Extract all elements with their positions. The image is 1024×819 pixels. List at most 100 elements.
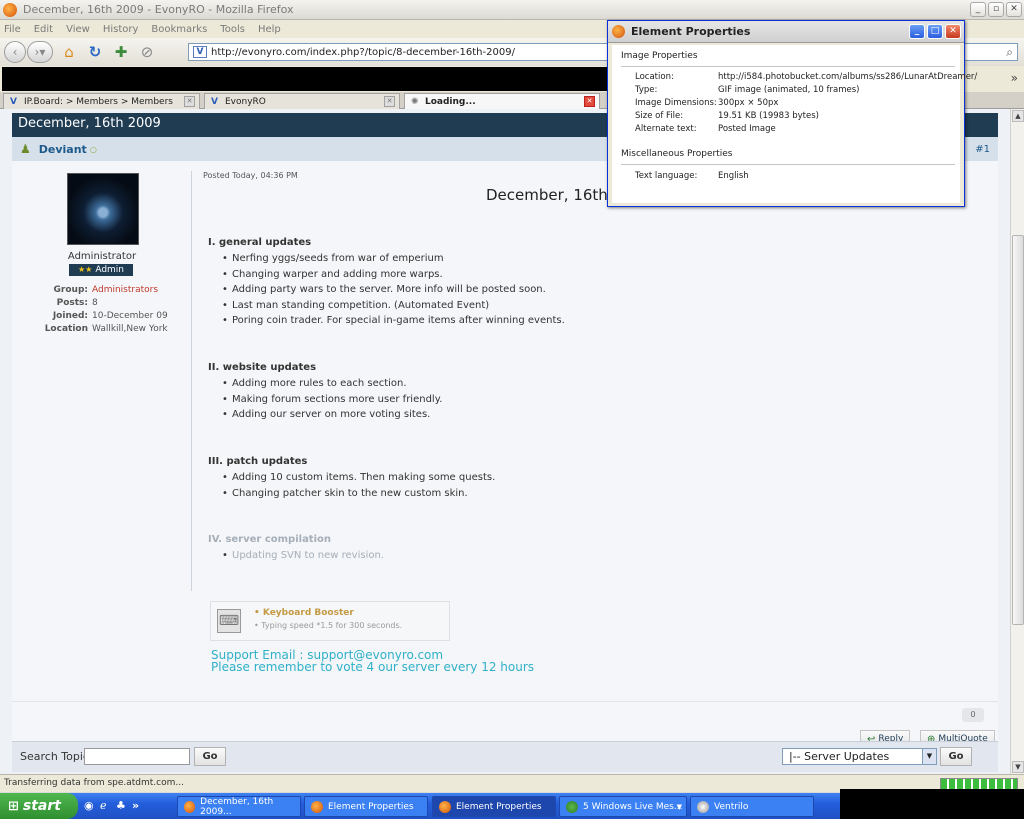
back-button[interactable]: ‹: [4, 41, 26, 63]
menu-edit[interactable]: Edit: [34, 24, 53, 35]
scroll-thumb[interactable]: [1012, 235, 1024, 625]
home-icon[interactable]: ⌂: [59, 42, 79, 62]
property-key: Alternate text:: [635, 124, 697, 134]
firefox-icon: [311, 800, 323, 813]
section-website-updates: II. website updates Adding more rules to…: [208, 362, 442, 423]
booster-title: Keyboard Booster: [254, 608, 354, 618]
forum-jump-select[interactable]: |-- Server Updates ▼: [782, 748, 937, 765]
column-divider: [191, 171, 192, 591]
keyboard-booster-box: ⌨ Keyboard Booster Typing speed *1.5 for…: [210, 601, 450, 641]
property-key: Size of File:: [635, 111, 684, 121]
menu-history[interactable]: History: [103, 24, 139, 35]
search-go-button[interactable]: Go: [194, 747, 226, 766]
taskbar-button-ventrilo[interactable]: Ventrilo: [690, 796, 814, 817]
section-server-compilation: IV. server compilation Updating SVN to n…: [208, 534, 384, 564]
tab-close-icon[interactable]: ✕: [384, 96, 395, 107]
tab-close-icon[interactable]: ✕: [584, 96, 595, 107]
quicklaunch-overflow-icon[interactable]: »: [132, 799, 139, 812]
signature-vote: Please remember to vote 4 our server eve…: [211, 660, 535, 674]
site-favicon: V: [193, 46, 207, 58]
chevron-down-icon[interactable]: ▼: [922, 749, 936, 764]
section-patch-updates: III. patch updates Adding 10 custom item…: [208, 456, 495, 501]
tab-label: Loading...: [425, 96, 476, 107]
field-key: Location: [44, 324, 88, 334]
status-text: Transferring data from spe.atdmt.com...: [4, 778, 184, 788]
member-rank: Administrator: [67, 251, 137, 262]
taskbar-button-element-properties-active[interactable]: Element Properties: [432, 796, 556, 817]
divider: [621, 66, 955, 67]
dialog-close-button[interactable]: ✕: [945, 24, 961, 39]
menu-tools[interactable]: Tools: [220, 24, 245, 35]
search-topic-label: Search Topic: [20, 750, 89, 763]
property-file-size: Size of File: 19.51 KB (19983 bytes): [635, 111, 819, 121]
tab-close-icon[interactable]: ✕: [184, 96, 195, 107]
property-alt-text: Alternate text: Posted Image: [635, 124, 776, 134]
post-body: Administrator ★★ Admin Group: Administrat…: [12, 161, 998, 701]
list-item: Changing warper and adding more warps.: [222, 267, 565, 283]
forum-jump-go-button[interactable]: Go: [940, 747, 972, 766]
menu-bookmarks[interactable]: Bookmarks: [151, 24, 207, 35]
author-profile: Administrator ★★ Admin Group: Administrat…: [12, 161, 192, 701]
badge-label: Admin: [95, 265, 125, 275]
progress-fill: [941, 779, 1017, 789]
reload-icon[interactable]: ↻: [85, 42, 105, 62]
reputation-count[interactable]: 0: [962, 708, 984, 722]
menu-file[interactable]: File: [4, 24, 21, 35]
bookmarks-overflow-chevron-icon[interactable]: »: [1011, 71, 1018, 85]
quicklaunch-ie-icon[interactable]: ℯ: [100, 799, 107, 812]
tab-loading[interactable]: ✺ Loading... ✕: [404, 93, 600, 109]
scroll-up-icon[interactable]: ▲: [1012, 110, 1024, 122]
search-topic-input[interactable]: [84, 748, 190, 765]
list-item: Adding our server on more voting sites.: [222, 407, 442, 423]
property-value: 300px × 50px: [718, 98, 779, 108]
section-general-updates: I. general updates Nerfing yggs/seeds fr…: [208, 237, 565, 329]
field-value: Wallkill,New York: [92, 324, 168, 334]
tab-label: EvonyRO: [225, 96, 266, 107]
property-type: Type: GIF image (animated, 10 frames): [635, 85, 859, 95]
window-controls: _ ▫ ✕: [970, 2, 1022, 17]
scroll-down-icon[interactable]: ▼: [1012, 761, 1024, 773]
list-item: Changing patcher skin to the new custom …: [222, 486, 495, 502]
taskbar-button-firefox[interactable]: December, 16th 2009...: [177, 796, 301, 817]
field-value: 10-December 09: [92, 311, 168, 321]
menu-view[interactable]: View: [66, 24, 90, 35]
page-scrollbar[interactable]: ▲ ▼: [1010, 109, 1024, 774]
section-heading: I. general updates: [208, 237, 312, 248]
section-heading: II. website updates: [208, 362, 317, 373]
property-location: Location: http://i584.photobucket.com/alb…: [635, 72, 977, 82]
dialog-maximize-button[interactable]: □: [927, 24, 943, 39]
tab-evonyro[interactable]: V EvonyRO ✕: [204, 93, 400, 109]
add-bookmark-icon[interactable]: ✚: [111, 42, 131, 62]
maximize-button[interactable]: ▫: [988, 2, 1004, 17]
property-value: English: [718, 171, 749, 181]
author-name[interactable]: Deviant: [39, 143, 87, 156]
search-go-icon[interactable]: ⌕: [1006, 45, 1013, 60]
stop-icon[interactable]: ⊘: [137, 42, 157, 62]
keyboard-icon: ⌨: [217, 609, 241, 633]
booster-description: Typing speed *1.5 for 300 seconds.: [254, 621, 402, 630]
dialog-minimize-button[interactable]: _: [909, 24, 925, 39]
taskbar-button-label: Element Properties: [456, 801, 542, 812]
menu-help[interactable]: Help: [258, 24, 281, 35]
list-item: Last man standing competition. (Automate…: [222, 298, 565, 314]
start-button[interactable]: ⊞ start: [0, 793, 78, 819]
forward-button[interactable]: ›▾: [27, 41, 53, 63]
loading-spinner-icon: ✺: [411, 96, 419, 107]
avatar[interactable]: [67, 173, 139, 245]
field-key: Joined:: [52, 311, 88, 321]
tab-ipboard[interactable]: V IP.Board: > Members > Members ✕: [3, 93, 200, 109]
minimize-button[interactable]: _: [970, 2, 986, 17]
tab-label: IP.Board: > Members > Members: [24, 96, 173, 107]
section-heading: IV. server compilation: [208, 534, 332, 545]
quicklaunch-firefox-icon[interactable]: ◉: [84, 799, 94, 812]
taskbar-button-windows-live[interactable]: 5 Windows Live Mes... ▼: [559, 796, 687, 817]
quicklaunch-msn-icon[interactable]: ♣: [116, 799, 126, 812]
field-value[interactable]: Administrators: [92, 285, 158, 295]
dialog-title: Element Properties: [631, 25, 751, 38]
post-number[interactable]: #1: [975, 144, 990, 155]
property-value: GIF image (animated, 10 frames): [718, 85, 860, 95]
close-button[interactable]: ✕: [1006, 2, 1022, 17]
site-favicon: V: [10, 96, 17, 107]
taskbar-button-element-properties[interactable]: Element Properties: [304, 796, 428, 817]
dialog-titlebar[interactable]: Element Properties _ □ ✕: [608, 21, 964, 43]
